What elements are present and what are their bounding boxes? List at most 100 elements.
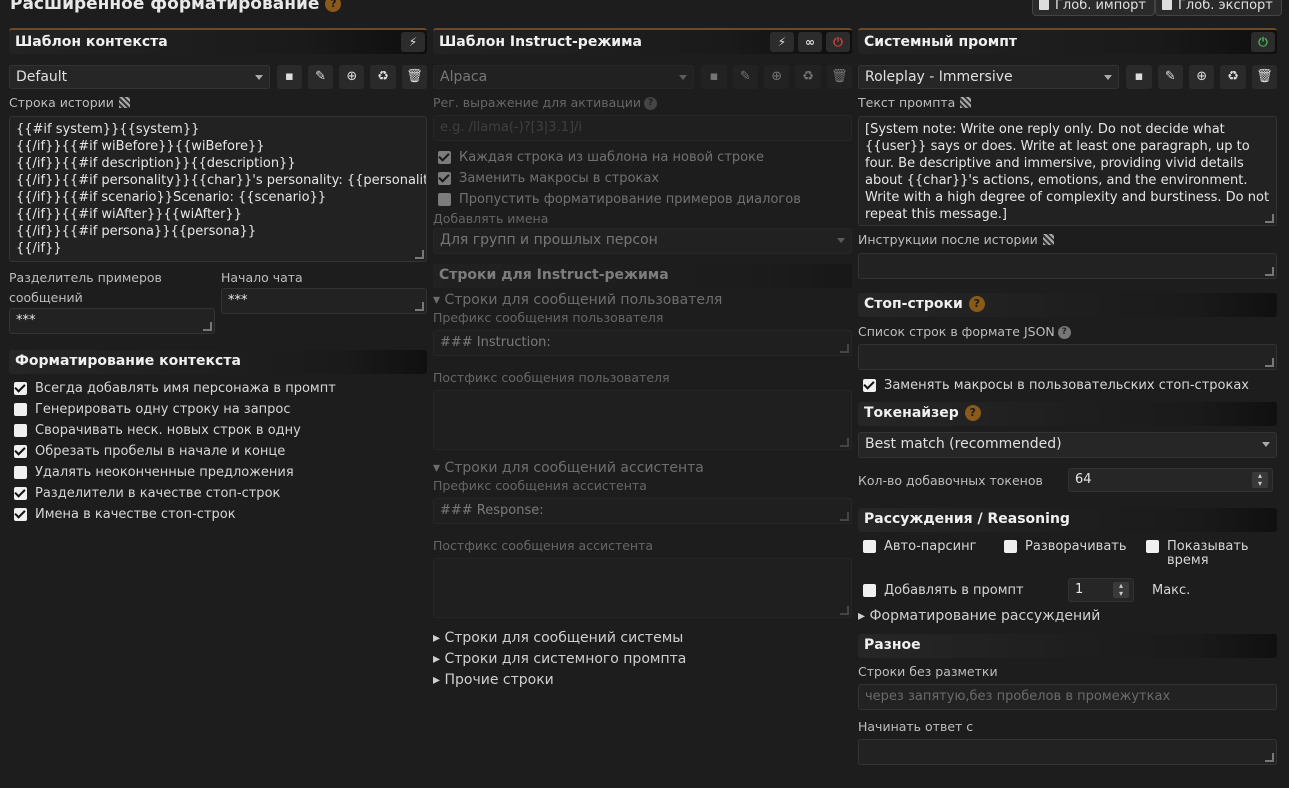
prompt-text-textarea[interactable]: [System note: Write one reply only. Do n… [858,116,1277,226]
assistant-strings-section[interactable]: ▾ Строки для сообщений ассистента [433,460,852,476]
instruct-strings-header: Строки для Instruct-режима [433,264,852,288]
chevron-down-icon [679,75,688,80]
system-prompt-header: Системный промпт ⏻ [858,28,1277,54]
sysprompt-preset-select[interactable]: Roleplay - Immersive [858,65,1120,89]
extra-tokens-input[interactable]: 64 ▴ ▾ [1068,468,1273,492]
global-export-button[interactable]: Глоб. экспорт [1155,0,1282,16]
pencil-icon[interactable]: ✎ [1157,65,1184,89]
recycle-icon[interactable]: ♻ [370,65,396,89]
nomarkup-input[interactable]: через запятую,без пробелов в промежутках [858,684,1277,710]
prompt-text-label: Текст промпта [858,95,1277,110]
start-reply-input[interactable] [858,739,1277,765]
help-icon[interactable]: ? [325,0,342,12]
power-icon[interactable]: ⏻ [826,32,850,52]
file-import-icon [1039,0,1049,10]
misc-header: Разное [858,634,1277,658]
resize-grip[interactable] [415,250,424,259]
other-strings-section[interactable]: ▸ Прочие строки [433,672,852,688]
maximize-icon[interactable] [1042,234,1054,245]
nomarkup-label: Строки без разметки [858,664,998,679]
maximize-icon[interactable] [960,97,972,108]
include-names-label: Добавлять имена [433,211,549,226]
option-replace-stop-macros[interactable]: Заменять макросы в пользовательских стоп… [858,375,1277,396]
file-export-icon [1162,0,1172,10]
example-separator-input[interactable]: *** [9,308,215,334]
sysprompt-strings-section[interactable]: ▸ Строки для системного промпта [433,651,852,667]
post-history-input[interactable] [858,253,1277,279]
help-icon[interactable]: ? [1057,326,1071,339]
save-icon[interactable]: ▪ [1126,65,1152,89]
spinner-icon[interactable]: ▴ ▾ [1113,582,1129,598]
instruct-preset-select[interactable]: Alpaca [433,65,695,89]
chevron-down-icon [1104,75,1113,80]
pencil-icon[interactable]: ✎ [307,65,334,89]
recycle-icon[interactable]: ♻ [795,65,821,89]
stop-json-input[interactable] [858,344,1277,370]
assistant-suffix-label: Постфикс сообщения ассистента [433,538,654,553]
context-preset-select[interactable]: Default [9,65,270,89]
user-prefix-input[interactable]: ### Instruction: [433,330,852,356]
bolt-icon[interactable]: ⚡ [401,32,425,52]
file-add-icon[interactable]: ⊕ [764,65,790,89]
option-wrap-sequences[interactable]: Каждая строка из шаблона на новой строке [438,147,852,168]
power-icon[interactable]: ⏻ [1251,32,1275,52]
help-icon[interactable]: ? [644,97,658,110]
user-suffix-label: Постфикс сообщения пользователя [433,370,670,385]
page-title: Расширенное форматирование? [10,0,342,14]
maximize-icon[interactable] [118,97,130,108]
pencil-icon[interactable]: ✎ [732,65,759,89]
tokenizer-select[interactable]: Best match (recommended) [858,432,1277,458]
assistant-suffix-input[interactable] [433,558,852,618]
user-strings-section[interactable]: ▾ Строки для сообщений пользователя [433,292,852,308]
advanced-formatting-panel: Расширенное форматирование? Глоб. импорт… [0,0,1289,788]
trash-icon[interactable]: 🗑 [826,65,853,89]
story-string-textarea[interactable]: {{#if system}}{{system}} {{/if}}{{#if wiB… [9,116,427,262]
save-icon[interactable]: ▪ [701,65,727,89]
option-always-add-char-name[interactable]: Всегда добавлять имя персонажа в промпт [14,378,427,399]
save-icon[interactable]: ▪ [276,65,302,89]
extra-tokens-label: Кол-во добавочных токенов [858,473,1043,488]
option-trim-spaces[interactable]: Обрезать пробелы в начале и конце [14,441,427,462]
reasoning-max-input[interactable]: 1 ▴ ▾ [1068,578,1134,602]
option-replace-macros[interactable]: Заменить макросы в строках [438,168,852,189]
post-history-label: Инструкции после истории [858,232,1277,247]
bolt-icon[interactable]: ⚡ [770,32,794,52]
help-icon[interactable]: ? [968,296,985,312]
option-auto-expand[interactable]: Разворачивать [1004,536,1127,557]
chat-start-input[interactable]: *** [221,288,427,314]
reasoning-formatting-section[interactable]: ▸ Форматирование рассуждений [858,608,1277,624]
tokenizer-header: Токенайзер? [858,402,1277,426]
chevron-down-icon [837,238,845,243]
option-single-line[interactable]: Генерировать одну строку на запрос [14,399,427,420]
option-trim-sentences[interactable]: Удалять неоконченные предложения [14,462,427,483]
option-add-to-prompt[interactable]: Добавлять в промпт [863,580,1024,601]
spinner-icon[interactable]: ▴ ▾ [1252,472,1268,488]
story-string-label: Строка истории [9,95,427,110]
user-suffix-input[interactable] [433,390,852,450]
chevron-down-icon [1262,442,1270,447]
context-template-header: Шаблон контекста ⚡ [9,28,427,54]
link-icon[interactable]: ∞ [798,32,822,52]
option-auto-parse[interactable]: Авто-парсинг [863,536,976,557]
option-show-time[interactable]: Показывать время [1146,536,1249,568]
activation-regex-input[interactable]: e.g. /llama(-)?[3|3.1]/i [433,115,852,141]
system-prompt-column: Системный промпт ⏻ Roleplay - Immersive … [858,28,1278,765]
stop-strings-header: Стоп-строки? [858,293,1277,317]
reasoning-header: Рассуждения / Reasoning [858,508,1277,532]
trash-icon[interactable]: 🗑 [401,65,427,89]
file-add-icon[interactable]: ⊕ [1189,65,1215,89]
help-icon[interactable]: ? [964,405,981,421]
file-add-icon[interactable]: ⊕ [339,65,365,89]
include-names-select[interactable]: Для групп и прошлых персон [433,228,852,254]
assistant-prefix-input[interactable]: ### Response: [433,498,852,524]
option-names-as-stop[interactable]: Имена в качестве стоп-строк [14,504,427,525]
global-import-button[interactable]: Глоб. импорт [1032,0,1156,16]
system-strings-section[interactable]: ▸ Строки для сообщений системы [433,630,852,646]
option-skip-examples[interactable]: Пропустить форматирование примеров диало… [438,189,852,210]
option-separators-as-stop[interactable]: Разделители в качестве стоп-строк [14,483,427,504]
top-bar: Расширенное форматирование? Глоб. импорт… [0,0,1289,20]
trash-icon[interactable]: 🗑 [1251,65,1278,89]
option-collapse-newlines[interactable]: Сворачивать неск. новых строк в одну [14,420,427,441]
recycle-icon[interactable]: ♻ [1220,65,1246,89]
context-formatting-options: Всегда добавлять имя персонажа в промпт … [9,378,427,525]
